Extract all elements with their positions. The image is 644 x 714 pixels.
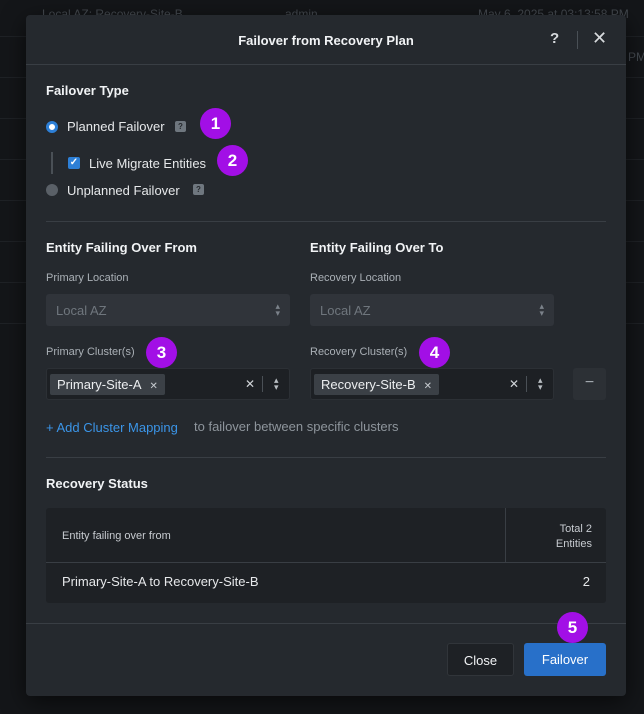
from-title: Entity Failing Over From	[46, 240, 197, 255]
cluster-chip-label: Recovery-Site-B	[321, 377, 416, 392]
column-header: Entity failing over from	[62, 530, 171, 542]
recovery-status-title: Recovery Status	[46, 476, 148, 491]
live-migrate-label[interactable]: Live Migrate Entities	[89, 156, 206, 171]
chip-remove-icon[interactable]: ✕	[424, 381, 432, 392]
table-cell: Primary-Site-A to Recovery-Site-B	[62, 574, 259, 589]
failover-button[interactable]: Failover	[524, 643, 606, 676]
recovery-clusters-label: Recovery Cluster(s)	[310, 346, 408, 358]
header-separator	[577, 31, 578, 49]
primary-clusters-select[interactable]: Primary-Site-A ✕ ✕ ▴ ▾	[46, 368, 290, 400]
dialog-header: Failover from Recovery Plan ? ✕	[26, 15, 626, 65]
chip-remove-icon[interactable]: ✕	[150, 381, 158, 392]
recovery-location-value: Local AZ	[320, 303, 371, 318]
question-mark-icon[interactable]: ?	[550, 30, 559, 47]
select-separator	[262, 376, 263, 392]
recovery-location-select: Local AZ ▴ ▾	[310, 294, 554, 326]
primary-clusters-label: Primary Cluster(s)	[46, 346, 135, 358]
add-cluster-mapping-link[interactable]: + Add Cluster Mapping	[46, 420, 178, 435]
planned-failover-label[interactable]: Planned Failover	[67, 119, 165, 134]
footer-divider	[26, 623, 626, 624]
select-separator	[526, 376, 527, 392]
column-header-line: Total 2	[559, 523, 592, 535]
primary-location-label: Primary Location	[46, 272, 129, 284]
select-arrows-icon: ▴ ▾	[275, 301, 280, 318]
select-arrows-icon[interactable]: ▴ ▾	[274, 376, 279, 392]
close-button[interactable]: Close	[447, 643, 514, 676]
failover-dialog: Failover from Recovery Plan ? ✕ Failover…	[26, 15, 626, 696]
primary-location-value: Local AZ	[56, 303, 107, 318]
select-arrows-icon: ▴ ▾	[539, 301, 544, 318]
clear-selection-icon[interactable]: ✕	[509, 377, 519, 391]
primary-location-select: Local AZ ▴ ▾	[46, 294, 290, 326]
column-separator	[505, 508, 506, 563]
add-cluster-mapping-hint: to failover between specific clusters	[194, 419, 399, 434]
table-cell: 2	[582, 574, 590, 589]
table-header: Entity failing over from Total 2 Entitie…	[46, 508, 606, 563]
column-header: Total 2 Entities	[512, 522, 592, 552]
callout-4: 4	[419, 337, 450, 368]
cluster-chip-label: Primary-Site-A	[57, 377, 142, 392]
clear-selection-icon[interactable]: ✕	[245, 377, 255, 391]
planned-failover-radio[interactable]	[46, 121, 58, 133]
section-divider	[46, 457, 606, 458]
section-divider	[46, 221, 606, 222]
column-header-line: Entities	[555, 538, 592, 550]
help-badge-icon[interactable]: ?	[193, 184, 204, 195]
indent-line	[51, 152, 53, 174]
callout-2: 2	[217, 145, 248, 176]
dialog-title: Failover from Recovery Plan	[238, 33, 414, 48]
recovery-status-table: Entity failing over from Total 2 Entitie…	[46, 508, 606, 603]
to-title: Entity Failing Over To	[310, 240, 444, 255]
cluster-chip: Recovery-Site-B ✕	[314, 374, 440, 395]
live-migrate-checkbox[interactable]: ✓	[68, 157, 80, 169]
remove-mapping-button[interactable]: −	[573, 368, 606, 400]
callout-3: 3	[146, 337, 177, 368]
callout-5: 5	[557, 612, 588, 643]
unplanned-failover-radio[interactable]	[46, 184, 58, 196]
close-icon[interactable]: ✕	[592, 28, 607, 49]
cluster-chip: Primary-Site-A ✕	[50, 374, 165, 395]
recovery-clusters-select[interactable]: Recovery-Site-B ✕ ✕ ▴ ▾	[310, 368, 554, 400]
help-badge-icon[interactable]: ?	[175, 121, 186, 132]
select-arrows-icon[interactable]: ▴ ▾	[538, 376, 543, 392]
failover-type-title: Failover Type	[46, 83, 129, 98]
callout-1: 1	[200, 108, 231, 139]
recovery-location-label: Recovery Location	[310, 272, 402, 284]
unplanned-failover-label[interactable]: Unplanned Failover	[67, 183, 180, 198]
